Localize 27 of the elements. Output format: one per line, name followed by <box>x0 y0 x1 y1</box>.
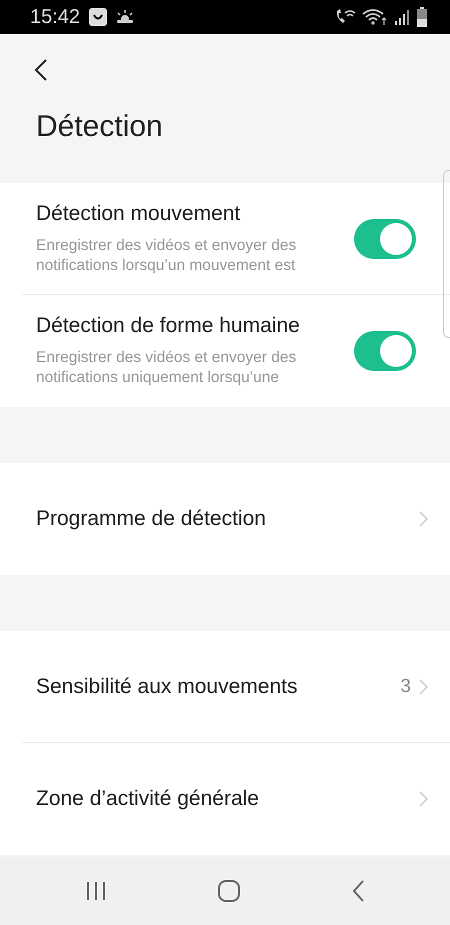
wifi-call-icon <box>334 8 356 26</box>
setting-description: Enregistrer des vidéos et envoyer des notifications uniquement lorsqu’une <box>36 348 298 388</box>
status-time: 15:42 <box>30 6 80 28</box>
wifi-icon <box>362 8 388 26</box>
settings-item[interactable]: Sensibilité aux mouvements 3 <box>22 631 450 743</box>
setting-label: Détection mouvement <box>36 202 242 226</box>
setting-description: Enregistrer des vidéos et envoyer des notifications lorsqu’un mouvement est <box>36 236 298 276</box>
setting-label: Programme de détection <box>36 507 266 531</box>
smiley-app-icon <box>88 7 108 27</box>
home-icon <box>217 879 241 903</box>
signal-icon <box>394 8 410 26</box>
back-icon <box>351 880 365 902</box>
settings-item[interactable]: Programme de détection <box>22 463 450 575</box>
settings-item[interactable]: Zone d’activité générale <box>22 743 450 855</box>
setting-label: Sensibilité aux mouvements <box>36 674 298 698</box>
chevron-right-icon <box>419 678 428 694</box>
page-title: Détection <box>36 110 164 144</box>
setting-label: Zone d’activité générale <box>36 787 259 811</box>
setting-value: 3 <box>400 676 411 698</box>
toggle-switch[interactable] <box>354 218 416 258</box>
back-icon <box>34 58 48 82</box>
toggle-switch[interactable] <box>354 331 416 371</box>
setting-label: Détection de forme humaine <box>36 314 301 338</box>
battery-icon <box>416 7 428 27</box>
recent-apps-icon <box>85 881 107 901</box>
chevron-right-icon <box>419 791 428 807</box>
chevron-right-icon <box>419 511 428 527</box>
